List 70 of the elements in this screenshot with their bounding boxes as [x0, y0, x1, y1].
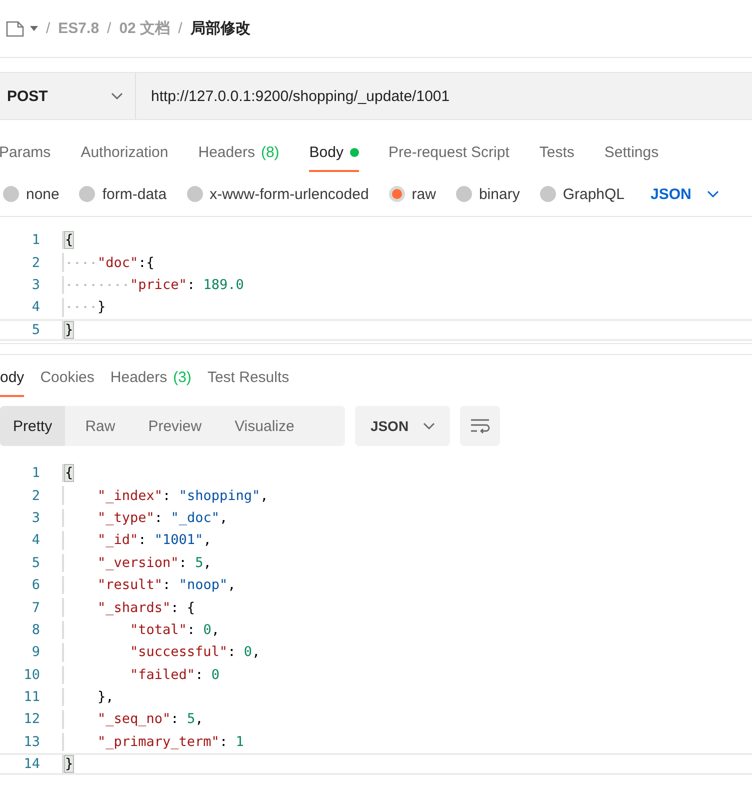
line-number: 3 — [30, 510, 40, 526]
request-tab[interactable]: Params — [0, 144, 51, 172]
code-text: }, — [62, 688, 114, 706]
response-tab[interactable]: ody — [0, 369, 24, 397]
code-text: "_type": "_doc", — [62, 508, 228, 528]
request-tab[interactable]: Body — [309, 144, 358, 172]
body-type-radio[interactable]: form-data — [79, 186, 167, 202]
line-number: 10 — [22, 666, 40, 683]
response-tab[interactable]: Headers (3) — [110, 369, 192, 397]
code-editor[interactable]: 1 { 2 "doc":{ 3 "price": 189.0 4 } 5 } — [0, 227, 752, 343]
url-field[interactable]: http://127.0.0.1:9200/shopping/_update/1001 — [136, 72, 752, 120]
line-number: 4 — [30, 299, 40, 316]
code-text: "_seq_no": 5, — [62, 710, 204, 729]
line-number: 5 — [30, 322, 40, 338]
line-number: 2 — [30, 488, 40, 504]
request-tab[interactable]: Pre-request Script — [388, 144, 510, 172]
code-text: { — [62, 231, 74, 250]
line-number: 5 — [30, 554, 40, 571]
line-number: 13 — [22, 734, 40, 750]
line-number: 1 — [30, 232, 40, 248]
breadcrumb-separator: / — [46, 20, 50, 37]
code-text: } — [62, 755, 74, 774]
body-type-radio[interactable]: x-www-form-urlencoded — [186, 186, 369, 202]
body-type-radio[interactable]: binary — [456, 186, 520, 202]
code-text: "_index": "shopping", — [62, 486, 268, 505]
line-number: 4 — [30, 532, 40, 548]
code-text: "_primary_term": 1 — [62, 732, 244, 752]
line-number: 14 — [22, 756, 40, 772]
line-number: 12 — [22, 711, 40, 728]
request-tab[interactable]: Settings — [604, 144, 659, 172]
request-tab[interactable]: Headers (8) — [198, 144, 280, 172]
line-number: 1 — [30, 465, 40, 482]
breadcrumb-item: 局部修改 — [190, 19, 250, 38]
line-number: 3 — [30, 276, 40, 293]
method-select[interactable]: POST — [0, 72, 136, 120]
body-type-radio[interactable]: none — [3, 186, 60, 202]
view-mode-button[interactable]: Pretty — [0, 406, 66, 446]
request-tab[interactable]: Authorization — [80, 144, 168, 172]
code-text: { — [62, 464, 74, 482]
breadcrumb-separator: / — [107, 20, 112, 37]
code-text: "doc":{ — [62, 253, 154, 272]
code-text: "_id": "1001", — [62, 531, 212, 550]
code-text: "_shards": { — [62, 598, 196, 617]
body-type-radio[interactable]: GraphQL — [540, 186, 625, 202]
breadcrumb-item[interactable]: ES7.8 — [58, 20, 100, 37]
body-type-radio[interactable]: raw — [388, 186, 436, 202]
view-mode-button[interactable]: Preview — [135, 406, 215, 446]
code-text: "successful": 0, — [62, 643, 260, 662]
code-text: "result": "noop", — [62, 576, 236, 594]
breadcrumb-separator: / — [178, 20, 182, 37]
line-number: 9 — [30, 644, 40, 660]
line-number: 2 — [30, 254, 40, 271]
line-number: 8 — [30, 622, 40, 638]
response-format-select[interactable]: JSON — [355, 406, 450, 446]
request-tab[interactable]: Tests — [539, 144, 574, 172]
response-tab[interactable]: Cookies — [40, 369, 94, 397]
line-number: 7 — [30, 600, 40, 616]
response-tab[interactable]: Test Results — [207, 369, 290, 397]
code-text: "failed": 0 — [62, 666, 220, 684]
breadcrumb-item[interactable]: 02 文档 — [119, 19, 170, 38]
code-text: "total": 0, — [62, 620, 220, 640]
line-number: 6 — [30, 577, 40, 594]
view-mode-button[interactable]: Visualize — [222, 406, 308, 446]
code-text: } — [62, 298, 106, 317]
code-text: "_version": 5, — [62, 554, 212, 572]
view-mode-button[interactable]: Raw — [72, 406, 128, 446]
code-text: "price": 189.0 — [62, 276, 244, 294]
format-select[interactable]: JSON — [644, 186, 720, 202]
line-number: 11 — [22, 689, 40, 706]
code-text: } — [62, 320, 74, 339]
